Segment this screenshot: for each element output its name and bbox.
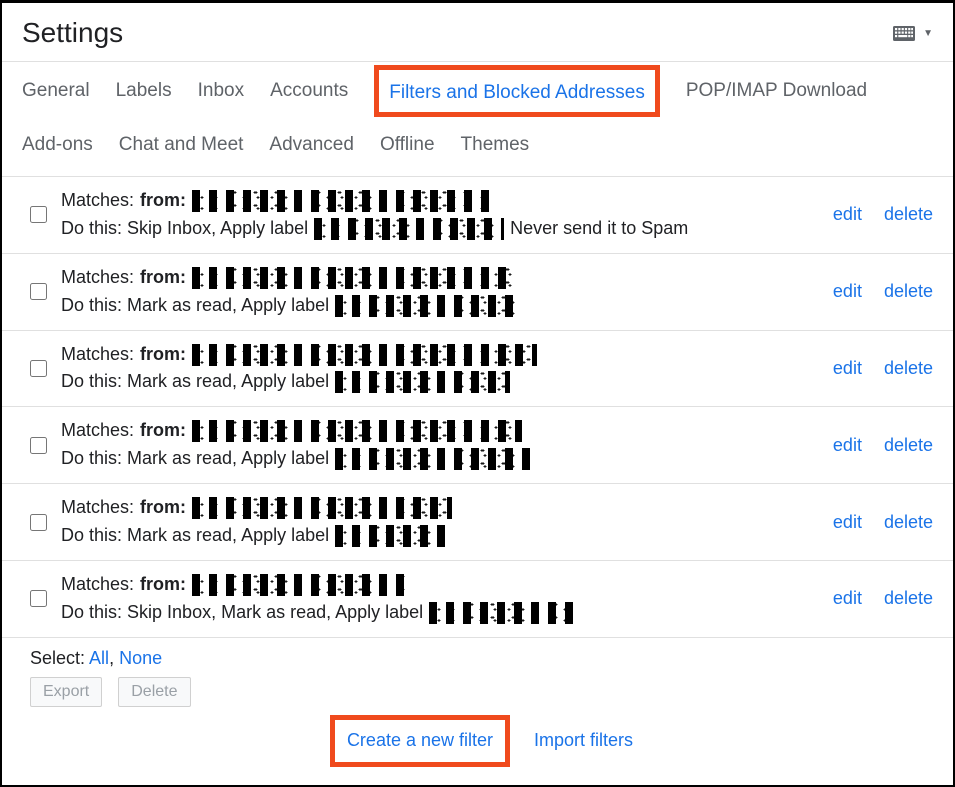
filter-checkbox[interactable] xyxy=(30,590,47,607)
tab-advanced[interactable]: Advanced xyxy=(269,116,354,170)
filter-checkbox[interactable] xyxy=(30,437,47,454)
redacted-content xyxy=(192,267,512,289)
filter-row: Matches: from:Do this: Skip Inbox, Mark … xyxy=(2,560,953,637)
import-filters-link[interactable]: Import filters xyxy=(534,730,633,751)
filter-body: Matches: from:Do this: Skip Inbox, Mark … xyxy=(61,571,819,627)
do-this-label: Do this: Mark as read, Apply label xyxy=(61,368,329,396)
filter-row: Matches: from:Do this: Mark as read, App… xyxy=(2,330,953,407)
export-button[interactable]: Export xyxy=(30,677,102,707)
page-title: Settings xyxy=(22,17,123,49)
edit-link[interactable]: edit xyxy=(833,588,862,609)
redacted-content xyxy=(429,602,574,624)
settings-tabs: General Labels Inbox Accounts Filters an… xyxy=(22,62,933,170)
do-this-label: Do this: Skip Inbox, Apply label xyxy=(61,215,308,243)
edit-link[interactable]: edit xyxy=(833,435,862,456)
delete-link[interactable]: delete xyxy=(884,358,933,379)
select-all-link[interactable]: All xyxy=(89,648,109,668)
redacted-content xyxy=(192,420,522,442)
do-this-label: Do this: Skip Inbox, Mark as read, Apply… xyxy=(61,599,423,627)
filter-checkbox[interactable] xyxy=(30,360,47,377)
delete-link[interactable]: delete xyxy=(884,281,933,302)
filter-body: Matches: from:Do this: Mark as read, App… xyxy=(61,341,819,397)
matches-label: Matches: xyxy=(61,341,134,369)
tab-addons[interactable]: Add-ons xyxy=(22,116,93,170)
chevron-down-icon: ▼ xyxy=(923,28,933,39)
from-label: from: xyxy=(140,264,186,292)
delete-button[interactable]: Delete xyxy=(118,677,190,707)
do-this-label: Do this: Mark as read, Apply label xyxy=(61,445,329,473)
matches-label: Matches: xyxy=(61,264,134,292)
filter-body: Matches: from:Do this: Mark as read, App… xyxy=(61,494,819,550)
select-line: Select: All, None xyxy=(30,648,933,669)
redacted-content xyxy=(192,344,537,366)
tab-inbox[interactable]: Inbox xyxy=(198,62,244,116)
from-label: from: xyxy=(140,494,186,522)
from-label: from: xyxy=(140,571,186,599)
select-none-link[interactable]: None xyxy=(119,648,162,668)
tab-general[interactable]: General xyxy=(22,62,90,116)
delete-link[interactable]: delete xyxy=(884,204,933,225)
redacted-content xyxy=(192,574,407,596)
matches-label: Matches: xyxy=(61,417,134,445)
filter-list: Matches: from:Do this: Skip Inbox, Apply… xyxy=(2,176,953,638)
tab-chat-meet[interactable]: Chat and Meet xyxy=(119,116,244,170)
filter-checkbox[interactable] xyxy=(30,514,47,531)
redacted-content xyxy=(335,371,510,393)
filter-row: Matches: from:Do this: Mark as read, App… xyxy=(2,483,953,560)
filter-body: Matches: from:Do this: Mark as read, App… xyxy=(61,264,819,320)
edit-link[interactable]: edit xyxy=(833,281,862,302)
select-label: Select: xyxy=(30,648,85,668)
tab-labels[interactable]: Labels xyxy=(116,62,172,116)
action-suffix: Never send it to Spam xyxy=(510,215,688,243)
filter-body: Matches: from:Do this: Skip Inbox, Apply… xyxy=(61,187,819,243)
from-label: from: xyxy=(140,187,186,215)
redacted-content xyxy=(192,497,452,519)
delete-link[interactable]: delete xyxy=(884,588,933,609)
filter-row: Matches: from:Do this: Skip Inbox, Apply… xyxy=(2,177,953,253)
tab-themes[interactable]: Themes xyxy=(461,116,530,170)
matches-label: Matches: xyxy=(61,187,134,215)
filter-row: Matches: from:Do this: Mark as read, App… xyxy=(2,253,953,330)
filter-checkbox[interactable] xyxy=(30,206,47,223)
edit-link[interactable]: edit xyxy=(833,512,862,533)
filter-body: Matches: from:Do this: Mark as read, App… xyxy=(61,417,819,473)
redacted-content xyxy=(314,218,504,240)
redacted-content xyxy=(335,448,530,470)
tab-filters-blocked[interactable]: Filters and Blocked Addresses xyxy=(374,65,660,117)
keyboard-icon xyxy=(893,26,915,41)
redacted-content xyxy=(192,190,492,212)
do-this-label: Do this: Mark as read, Apply label xyxy=(61,522,329,550)
edit-link[interactable]: edit xyxy=(833,204,862,225)
matches-label: Matches: xyxy=(61,494,134,522)
delete-link[interactable]: delete xyxy=(884,435,933,456)
filter-checkbox[interactable] xyxy=(30,283,47,300)
tab-offline[interactable]: Offline xyxy=(380,116,435,170)
tab-accounts[interactable]: Accounts xyxy=(270,62,348,116)
input-tools-selector[interactable]: ▼ xyxy=(893,26,933,41)
delete-link[interactable]: delete xyxy=(884,512,933,533)
filter-row: Matches: from:Do this: Mark as read, App… xyxy=(2,406,953,483)
from-label: from: xyxy=(140,341,186,369)
matches-label: Matches: xyxy=(61,571,134,599)
from-label: from: xyxy=(140,417,186,445)
create-filter-link[interactable]: Create a new filter xyxy=(347,730,493,750)
edit-link[interactable]: edit xyxy=(833,358,862,379)
do-this-label: Do this: Mark as read, Apply label xyxy=(61,292,329,320)
comma: , xyxy=(109,648,114,668)
redacted-content xyxy=(335,295,520,317)
redacted-content xyxy=(335,525,445,547)
tab-pop-imap[interactable]: POP/IMAP Download xyxy=(686,62,867,116)
